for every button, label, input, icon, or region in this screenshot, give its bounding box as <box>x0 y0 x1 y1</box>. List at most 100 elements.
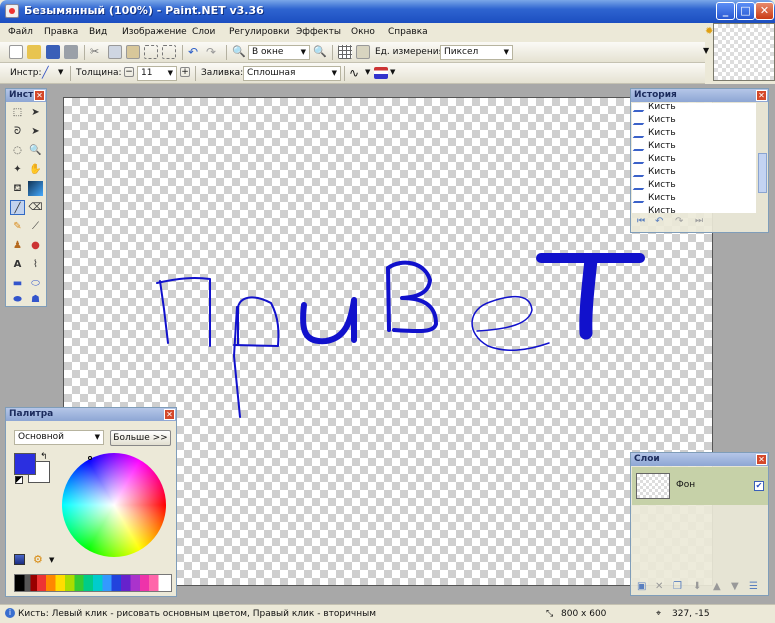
ellipse-select-icon[interactable]: ◌ <box>10 143 25 158</box>
redo-icon[interactable]: ↷ <box>206 45 220 59</box>
width-increase-button[interactable]: + <box>180 67 190 77</box>
zoom-out-icon[interactable]: 🔍 <box>232 45 246 59</box>
width-field[interactable]: 11 ▼ <box>137 66 177 81</box>
pencil-icon[interactable]: ✎ <box>10 219 25 234</box>
menu-window[interactable]: Окно <box>351 27 375 37</box>
open-folder-icon[interactable] <box>27 45 41 59</box>
merge-layer-icon[interactable]: ⬇ <box>693 581 701 592</box>
chevron-down-icon[interactable]: ▼ <box>365 68 370 76</box>
ruler-icon[interactable] <box>356 45 370 59</box>
layer-row[interactable]: Фон ✔ <box>632 467 768 505</box>
color-picker-icon[interactable]: ⟋ <box>28 219 43 234</box>
menu-image[interactable]: Изображение <box>122 27 187 37</box>
cut-icon[interactable]: ✂ <box>90 45 104 59</box>
menu-layers[interactable]: Слои <box>192 27 215 37</box>
color-swatches[interactable] <box>14 574 172 592</box>
more-colors-button[interactable]: Больше >> <box>110 430 171 446</box>
history-item[interactable]: Кисть <box>634 103 752 114</box>
move-selected-icon[interactable]: ➤ <box>28 124 43 139</box>
antialias-icon[interactable]: ∿ <box>349 66 363 80</box>
history-item[interactable]: Кисть <box>634 192 752 205</box>
pan-icon[interactable]: ✋ <box>28 162 43 177</box>
grid-icon[interactable] <box>338 45 352 59</box>
delete-layer-icon[interactable]: ✕ <box>655 581 663 592</box>
menu-effects[interactable]: Эффекты <box>296 27 341 37</box>
paintbrush-icon[interactable]: ╱ <box>10 200 25 215</box>
history-scrollbar[interactable] <box>757 103 768 213</box>
menu-file[interactable]: Файл <box>8 27 33 37</box>
history-item[interactable]: Кисть <box>634 179 752 192</box>
palette-menu-icon[interactable]: ⚙ <box>33 553 45 566</box>
rectangle-icon[interactable]: ▬ <box>10 276 25 291</box>
history-item[interactable]: Кисть <box>634 153 752 166</box>
close-icon[interactable]: ✕ <box>756 90 767 101</box>
layer-visible-checkbox[interactable]: ✔ <box>754 481 764 491</box>
history-last-icon[interactable]: ⏭ <box>695 216 703 226</box>
print-icon[interactable] <box>64 45 78 59</box>
primary-color[interactable] <box>14 453 36 475</box>
chevron-down-icon[interactable]: ▼ <box>49 556 54 564</box>
duplicate-layer-icon[interactable]: ❐ <box>673 581 682 592</box>
crop-icon[interactable] <box>144 45 158 59</box>
move-selection-icon[interactable]: ➤ <box>28 105 43 120</box>
move-layer-down-icon[interactable]: ▼ <box>731 581 739 592</box>
rounded-rectangle-icon[interactable]: ⬭ <box>28 276 43 291</box>
text-tool-icon[interactable]: A <box>10 257 25 272</box>
line-curve-icon[interactable]: ⌇ <box>28 257 43 272</box>
clone-stamp-icon[interactable]: ♟ <box>10 238 25 253</box>
menu-view[interactable]: Вид <box>89 27 107 37</box>
new-file-icon[interactable] <box>9 45 23 59</box>
deselect-icon[interactable] <box>162 45 176 59</box>
lasso-icon[interactable]: ᘐ <box>10 124 25 139</box>
history-item[interactable]: Кисть <box>634 114 752 127</box>
eraser-icon[interactable]: ⌫ <box>28 200 43 215</box>
palette-icon[interactable] <box>14 554 25 565</box>
zoom-icon[interactable]: 🔍 <box>28 143 43 158</box>
history-item[interactable]: Кисть <box>634 166 752 179</box>
blend-mode-icon[interactable] <box>374 67 388 79</box>
gradient-icon[interactable] <box>28 181 43 196</box>
layer-properties-icon[interactable]: ☰ <box>749 581 758 592</box>
reset-colors-icon[interactable] <box>15 476 23 484</box>
history-item[interactable]: Кисть <box>634 140 752 153</box>
chevron-down-icon[interactable]: ▼ <box>58 68 63 76</box>
save-icon[interactable] <box>46 45 60 59</box>
ellipse-icon[interactable]: ⬬ <box>10 292 25 307</box>
move-layer-up-icon[interactable]: ▲ <box>713 581 721 592</box>
paste-icon[interactable] <box>126 45 140 59</box>
add-layer-icon[interactable]: ▣ <box>637 581 646 592</box>
rectangle-select-icon[interactable]: ⬚ <box>10 105 25 120</box>
history-redo-icon[interactable]: ↷ <box>675 216 683 227</box>
scrollbar-thumb[interactable] <box>758 153 767 193</box>
minimize-button[interactable]: _ <box>716 2 735 20</box>
chevron-down-icon[interactable]: ▼ <box>390 68 395 76</box>
undo-icon[interactable]: ↶ <box>188 45 202 59</box>
width-decrease-button[interactable]: − <box>124 67 134 77</box>
recolor-icon[interactable]: ● <box>28 238 43 253</box>
close-icon[interactable]: ✕ <box>34 90 45 101</box>
paint-bucket-icon[interactable]: ⛾ <box>10 181 25 196</box>
brush-tool-icon[interactable]: ╱ <box>42 66 56 80</box>
history-item[interactable]: Кисть <box>634 127 752 140</box>
close-button[interactable]: ✕ <box>755 2 774 20</box>
menu-adjustments[interactable]: Регулировки <box>229 27 289 37</box>
color-mode-dropdown[interactable]: Основной ▼ <box>14 430 104 445</box>
maximize-button[interactable]: □ <box>736 2 755 20</box>
menu-help[interactable]: Справка <box>388 27 428 37</box>
paintnet-app-icon[interactable] <box>5 4 19 18</box>
close-icon[interactable]: ✕ <box>756 454 767 465</box>
image-thumbnail[interactable] <box>713 23 775 81</box>
fill-dropdown[interactable]: Сплошная ▼ <box>243 66 341 81</box>
menu-edit[interactable]: Правка <box>44 27 78 37</box>
units-dropdown[interactable]: Пиксел ▼ <box>440 45 513 60</box>
history-first-icon[interactable]: ⏮ <box>637 216 645 226</box>
history-item[interactable]: Кисть <box>634 205 752 213</box>
zoom-dropdown[interactable]: В окне ▼ <box>248 45 310 60</box>
thumbnail-menu-icon[interactable]: ▼ <box>703 46 709 55</box>
history-undo-icon[interactable]: ↶ <box>655 216 663 227</box>
zoom-in-icon[interactable]: 🔍 <box>313 45 327 59</box>
magic-wand-icon[interactable]: ✦ <box>10 162 25 177</box>
close-icon[interactable]: ✕ <box>164 409 175 420</box>
copy-icon[interactable] <box>108 45 122 59</box>
swap-colors-icon[interactable]: ↰ <box>40 452 48 462</box>
